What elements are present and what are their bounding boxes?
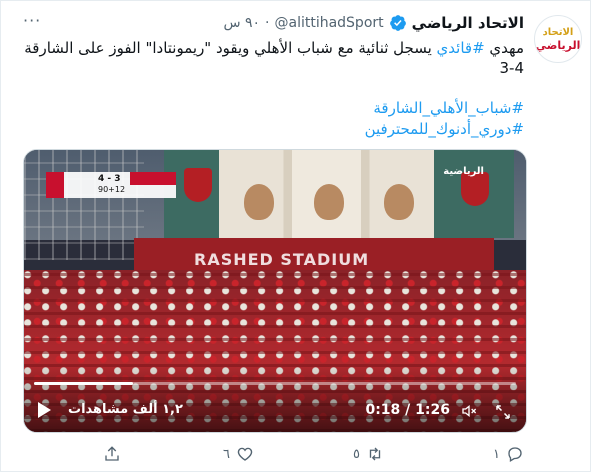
tweet-header: الاتحاد الرياضي @alittihadSport · ٩٠ س xyxy=(223,14,524,32)
heart-icon xyxy=(237,447,253,461)
tweet-text: مهدي #قائدي يسجل ثنائية مع شباب الأهلي و… xyxy=(14,38,524,78)
scoreboard-score: 4 - 3 xyxy=(98,174,121,184)
view-count: ١,٢ ألف مشاهدات xyxy=(68,402,183,417)
scoreboard-team-color xyxy=(46,172,64,198)
portrait-face xyxy=(384,184,414,220)
avatar-logo-text-bottom: الرياضي xyxy=(535,39,581,52)
stadium-banner-text: RASHED STADIUM xyxy=(194,250,370,269)
hashtag-list: #شباب_الأهلي_الشارقة #دوري_أدنوك_للمحترف… xyxy=(14,98,524,140)
like-count: ٦ xyxy=(223,446,230,462)
play-icon[interactable] xyxy=(38,402,51,418)
club-crest-image xyxy=(461,172,489,206)
elapsed-time: 0:18 xyxy=(365,402,401,418)
video-frame-scaffold xyxy=(24,150,144,260)
portrait-banner-image xyxy=(219,150,434,238)
volume-muted-icon[interactable] xyxy=(460,403,478,419)
tweet-text-prefix: مهدي xyxy=(484,39,524,57)
account-handle[interactable]: @alittihadSport xyxy=(274,15,383,31)
tweet-actions: ١ ٥ ٦ xyxy=(1,445,591,469)
video-progress-fill xyxy=(34,382,134,385)
fullscreen-icon[interactable] xyxy=(494,403,512,421)
header-separator: · xyxy=(265,15,270,31)
club-crest-image xyxy=(184,168,212,202)
hashtag-link[interactable]: #دوري_أدنوك_للمحترفين xyxy=(14,119,524,140)
avatar[interactable]: الاتحاد الرياضي xyxy=(534,15,582,63)
scoreboard-team-bar xyxy=(130,172,176,185)
hashtag-link[interactable]: #قائدي xyxy=(437,39,485,57)
tweet-timestamp[interactable]: ٩٠ س xyxy=(223,15,260,31)
avatar-logo-text-top: الاتحاد xyxy=(542,27,574,38)
total-duration: 1:26 xyxy=(415,402,450,418)
video-frame-billboard xyxy=(164,150,514,238)
video-controls-shade xyxy=(24,362,526,432)
hashtag-link[interactable]: #شباب_الأهلي_الشارقة xyxy=(14,98,524,119)
portrait-face xyxy=(244,184,274,220)
share-button[interactable] xyxy=(103,445,121,463)
video-progress-bar[interactable] xyxy=(34,382,516,385)
like-button[interactable]: ٦ xyxy=(223,445,254,463)
display-name[interactable]: الاتحاد الرياضي xyxy=(412,14,524,32)
video-timecode: 0:18 / 1:26 xyxy=(365,402,450,418)
more-options-icon[interactable]: ··· xyxy=(23,11,41,30)
time-separator: / xyxy=(400,402,416,418)
channel-logo: الرياضية xyxy=(443,166,484,177)
tweet-text-line-2: 3-4 xyxy=(499,59,525,77)
tweet-card[interactable]: الاتحاد الرياضي الاتحاد الرياضي @alittih… xyxy=(0,0,591,472)
reply-button[interactable]: ١ xyxy=(493,445,524,463)
reply-count: ١ xyxy=(493,446,500,462)
verified-badge-icon xyxy=(389,15,406,31)
portrait-face xyxy=(314,184,344,220)
retweet-count: ٥ xyxy=(353,446,360,462)
video-player[interactable]: الرياضية RASHED STADIUM 4 - 3 90+12 ١,٢ … xyxy=(23,149,527,433)
share-icon xyxy=(105,446,119,461)
retweet-button[interactable]: ٥ xyxy=(353,445,384,463)
tweet-text-line-1: مهدي #قائدي يسجل ثنائية مع شباب الأهلي و… xyxy=(14,38,524,58)
tweet-text-rest: يسجل ثنائية مع شباب الأهلي ويقود "ريمونت… xyxy=(24,39,437,57)
reply-icon xyxy=(508,447,522,462)
retweet-icon xyxy=(369,447,381,461)
scoreboard-overlay: 4 - 3 90+12 xyxy=(46,172,176,198)
scoreboard-clock: 90+12 xyxy=(98,185,126,194)
